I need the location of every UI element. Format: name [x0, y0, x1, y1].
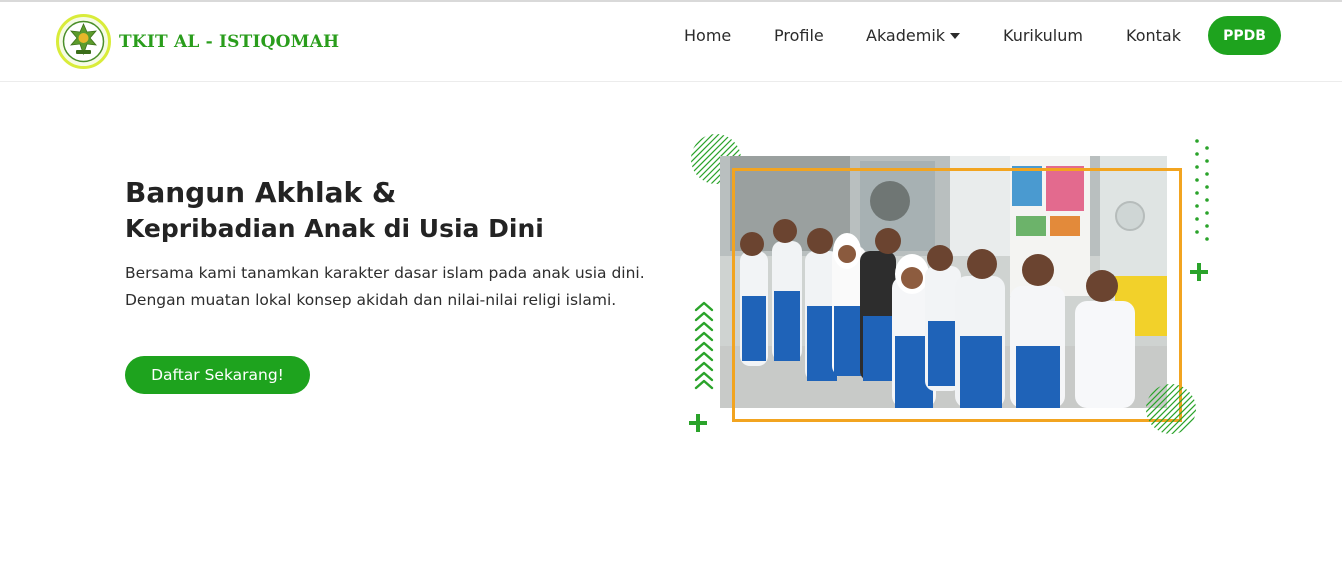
- nav-kurikulum[interactable]: Kurikulum: [1003, 26, 1083, 45]
- nav-home[interactable]: Home: [684, 26, 731, 45]
- nav-kontak[interactable]: Kontak: [1126, 26, 1181, 45]
- hero-title: Bangun Akhlak &: [125, 176, 397, 209]
- brand-name[interactable]: TKIT AL - ISTIQOMAH: [119, 32, 339, 52]
- nav-akademik-label: Akademik: [866, 26, 946, 45]
- dotted-line-decoration: [1195, 139, 1209, 241]
- nav-akademik[interactable]: Akademik: [866, 26, 961, 45]
- nav-profile[interactable]: Profile: [774, 26, 824, 45]
- plus-icon: [689, 414, 707, 432]
- school-emblem-icon[interactable]: [56, 14, 111, 69]
- striped-circle-decoration: [1146, 384, 1196, 434]
- ppdb-button[interactable]: PPDB: [1208, 16, 1281, 55]
- register-button[interactable]: Daftar Sekarang!: [125, 356, 310, 394]
- caret-down-icon: [950, 32, 961, 39]
- plus-icon: [1190, 263, 1208, 281]
- hero-description: Bersama kami tanamkan karakter dasar isl…: [125, 264, 645, 309]
- chevron-stack-decoration: [694, 301, 714, 390]
- hero-subtitle: Kepribadian Anak di Usia Dini: [125, 214, 544, 243]
- site-header: TKIT AL - ISTIQOMAH Home Profile Akademi…: [0, 2, 1342, 82]
- photo-frame: [732, 168, 1182, 422]
